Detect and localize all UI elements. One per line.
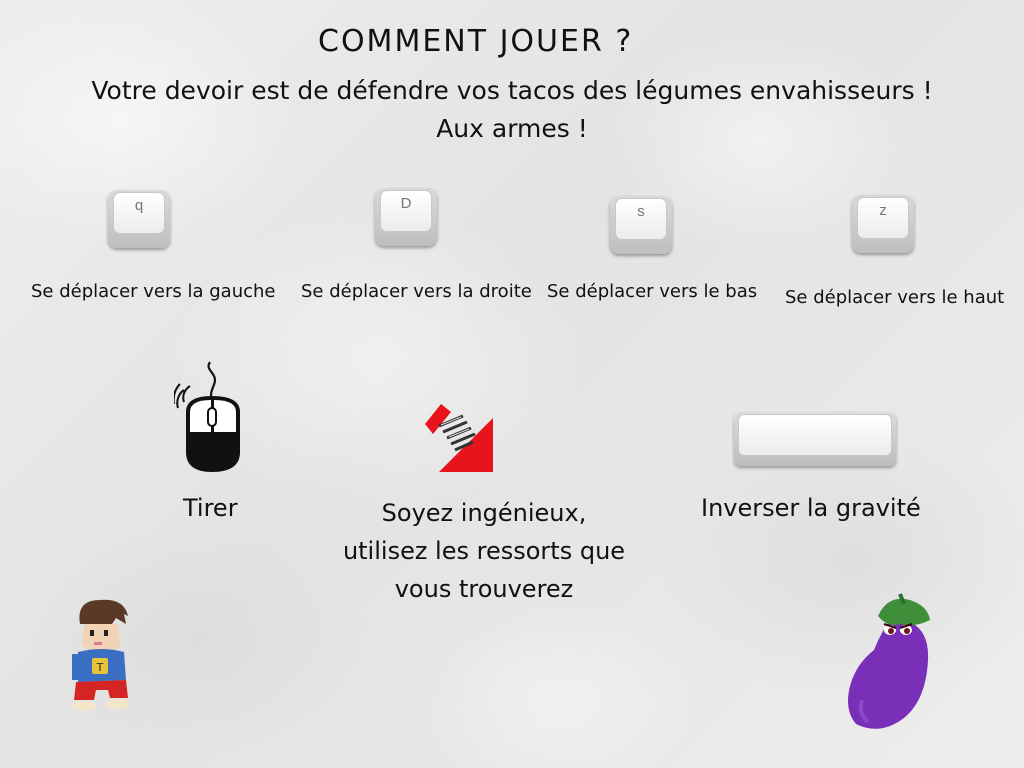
move-up-label: Se déplacer vers le haut bbox=[785, 287, 1005, 308]
gravity-label: Inverser la gravité bbox=[701, 494, 921, 522]
spring-hint-label: Soyez ingénieux, utilisez les ressorts q… bbox=[342, 499, 626, 603]
key-q-letter: q bbox=[113, 192, 165, 234]
key-d-icon: D bbox=[375, 188, 437, 246]
spacebar-key-icon bbox=[734, 412, 896, 466]
move-down-label: Se déplacer vers le bas bbox=[547, 281, 758, 302]
svg-text:T: T bbox=[96, 661, 104, 674]
key-s-letter: s bbox=[615, 198, 667, 240]
mouse-icon bbox=[174, 361, 240, 472]
spacebar-cap bbox=[738, 414, 892, 456]
key-d-letter: D bbox=[380, 190, 432, 232]
player-character: T bbox=[72, 599, 130, 711]
key-z-icon: z bbox=[852, 195, 914, 253]
intro-text: Votre devoir est de défendre vos tacos d… bbox=[91, 76, 933, 105]
shoot-label: Tirer bbox=[183, 494, 238, 522]
eggplant-enemy bbox=[848, 593, 930, 729]
move-right-label: Se déplacer vers la droite bbox=[301, 281, 532, 302]
spring-icon bbox=[425, 404, 493, 472]
key-z-letter: z bbox=[857, 197, 909, 239]
call-to-arms-text: Aux armes ! bbox=[436, 114, 588, 143]
key-s-icon: s bbox=[610, 196, 672, 254]
move-left-label: Se déplacer vers la gauche bbox=[31, 281, 276, 302]
page-title: COMMENT JOUER ? bbox=[318, 24, 634, 59]
key-q-icon: q bbox=[108, 190, 170, 248]
